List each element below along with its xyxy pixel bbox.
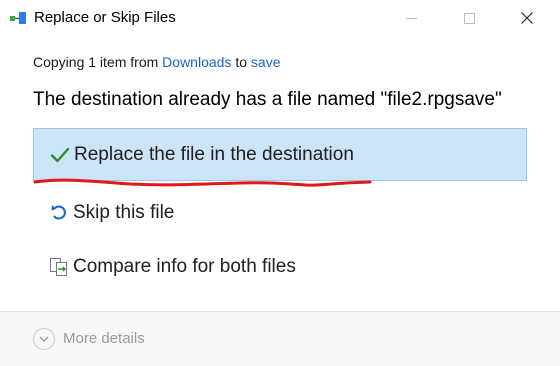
conflict-heading: The destination already has a file named…	[33, 89, 502, 110]
skip-file-option[interactable]: Skip this file	[33, 186, 527, 239]
compare-files-option[interactable]: Compare info for both files	[33, 240, 527, 293]
minimize-icon	[405, 17, 417, 19]
copy-status: Copying 1 item from Downloads to save	[33, 54, 280, 70]
close-button[interactable]	[504, 0, 550, 36]
file-move-icon	[10, 12, 26, 24]
minimize-button[interactable]	[388, 0, 434, 36]
compare-files-icon	[45, 255, 73, 279]
skip-arrow-icon	[45, 201, 73, 225]
destination-folder-link[interactable]: save	[251, 54, 281, 70]
compare-files-label: Compare info for both files	[73, 255, 296, 277]
dialog-footer: More details	[0, 311, 560, 366]
close-icon	[521, 12, 533, 24]
more-details-toggle[interactable]	[33, 328, 55, 350]
source-folder-link[interactable]: Downloads	[162, 54, 231, 70]
copy-status-middle: to	[231, 54, 251, 70]
skip-file-label: Skip this file	[73, 201, 175, 223]
title-bar: Replace or Skip Files	[0, 0, 560, 36]
checkmark-icon	[46, 143, 74, 167]
window-title: Replace or Skip Files	[34, 9, 176, 26]
maximize-icon	[463, 12, 475, 24]
replace-file-label: Replace the file in the destination	[74, 143, 354, 165]
more-details-label[interactable]: More details	[63, 330, 145, 347]
maximize-button[interactable]	[446, 0, 492, 36]
chevron-down-icon	[39, 336, 49, 342]
copy-status-prefix: Copying 1 item from	[33, 54, 163, 70]
